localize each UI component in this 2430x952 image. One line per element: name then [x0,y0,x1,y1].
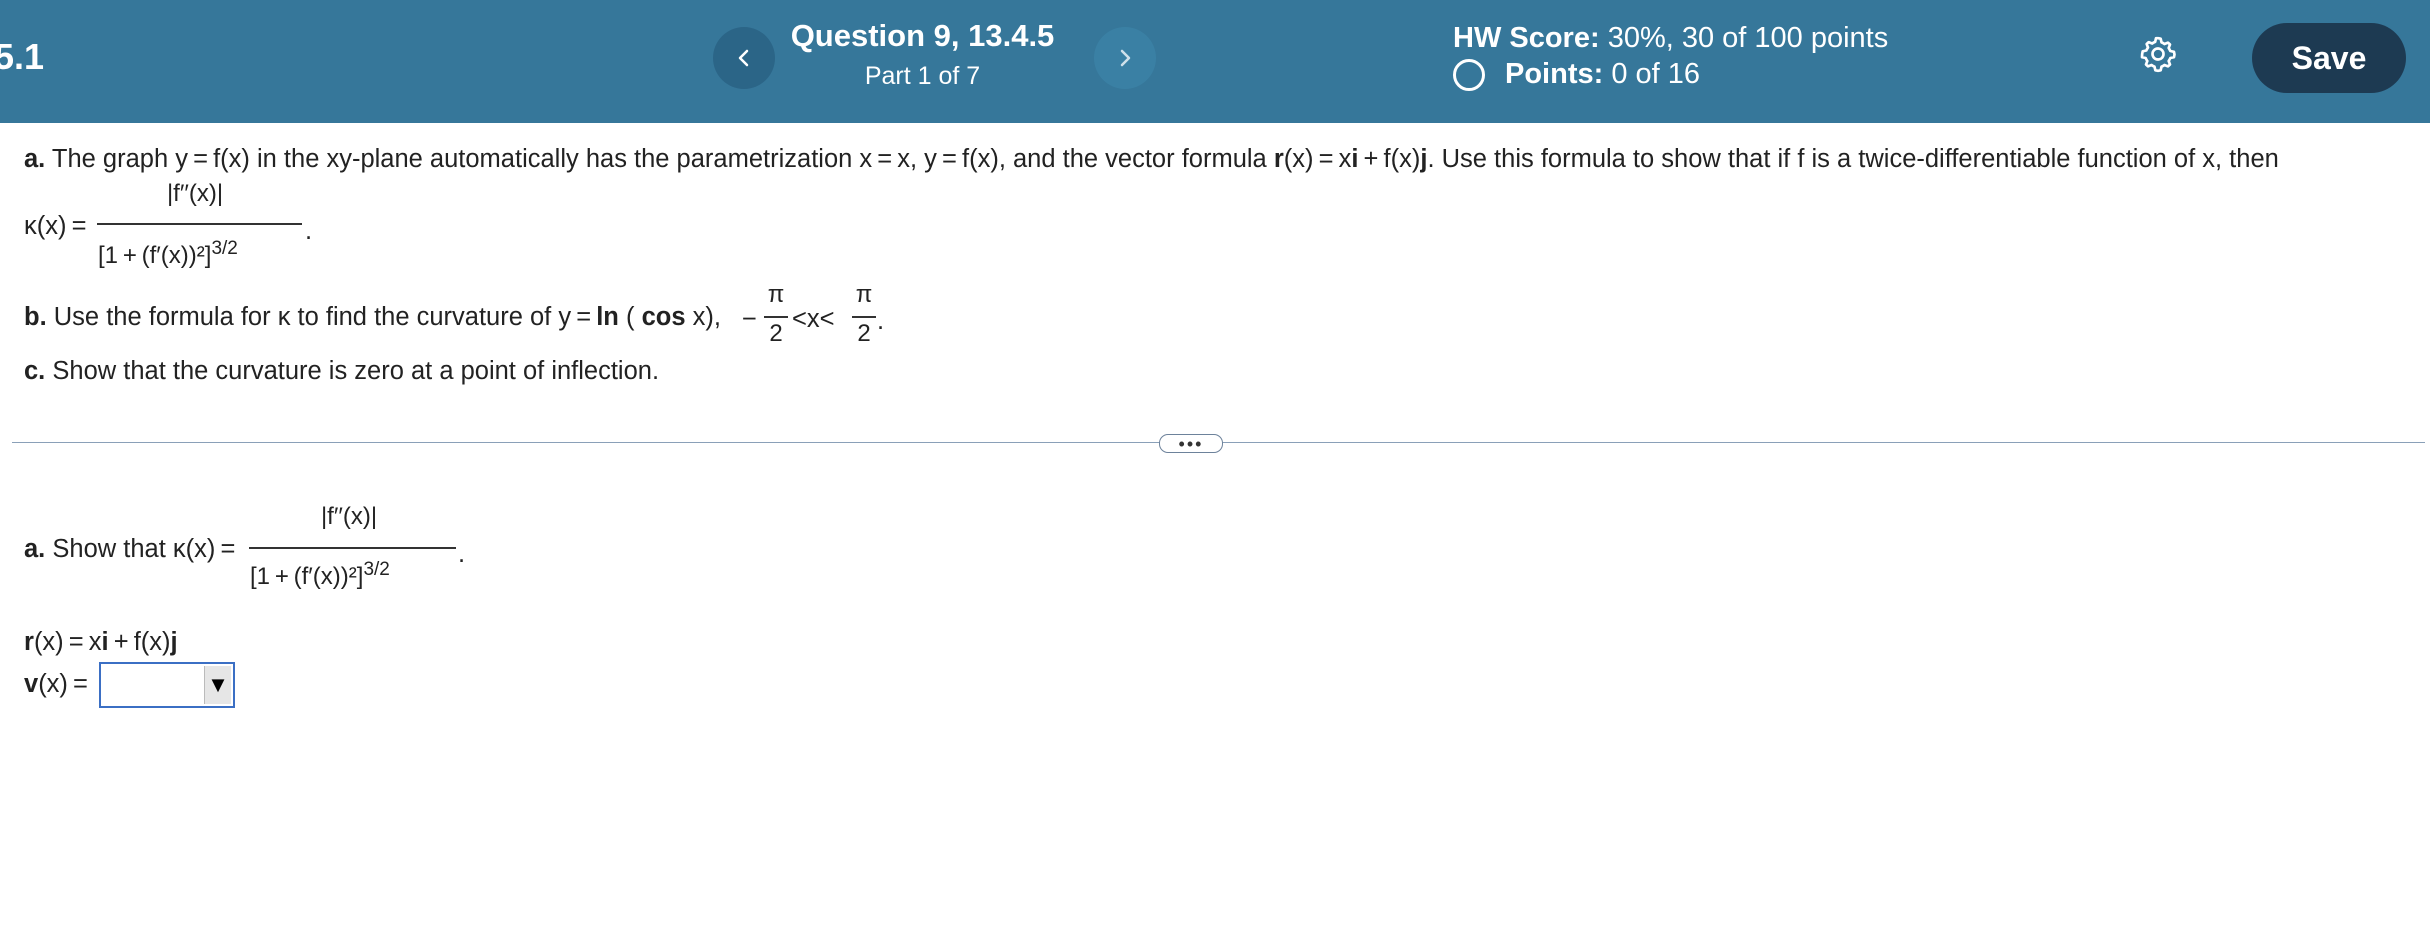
cos-function: cos [641,303,686,331]
ln-function: ln [596,303,619,331]
problem-a-text-4: . Use this formula to show that if f is … [1427,145,2279,173]
work-kappa-exponent: 3/2 [363,559,390,580]
hw-score-value: 30%, 30 of 100 points [1607,22,1889,54]
save-button[interactable]: Save [2252,23,2406,93]
gear-icon[interactable] [2138,34,2178,74]
work-kappa-numerator: |f′′(x)| [320,503,378,530]
inequality: <x< [792,305,835,333]
ellipsis-icon: ••• [1178,433,1204,454]
vector-j: j [170,628,178,656]
expand-toggle-button[interactable]: ••• [1159,434,1223,453]
two-denominator-left: 2 [769,320,783,347]
question-part: Part 1 of 7 [864,62,981,90]
fraction-bar [97,223,302,225]
vector-v: v [24,670,39,698]
fraction-bar [764,316,788,318]
r-text-2: + f(x) [108,628,171,656]
v-vector-line: v(x) = [24,670,88,699]
part-c-label: c. [24,357,46,385]
problem-c-statement: c. Show that the curvature is zero at a … [24,357,659,386]
work-kappa-denominator-base: [1 + (f′(x))²] [250,563,364,590]
work-a-statement: a. Show that κ(x) = [24,535,235,564]
vector-r: r [1273,145,1284,173]
kappa-denominator: [1 + (f′(x))²]3/2 [98,238,238,270]
kappa-numerator: |f′′(x)| [166,180,224,207]
work-part-a-label: a. [24,535,46,563]
kappa-period: . [305,217,313,245]
problem-b-text: Use the formula for κ to find the curvat… [53,303,597,331]
kappa-denominator-base: [1 + (f′(x))²] [98,242,212,269]
problem-a-statement: a. The graph y = f(x) in the xy-plane au… [24,145,2279,174]
fraction-bar [249,547,456,549]
vector-i: i [101,628,109,656]
kappa-exponent: 3/2 [211,238,238,259]
r-vector-line: r(x) = xi + f(x)j [24,628,178,657]
part-b-label: b. [24,303,47,331]
vector-r: r [24,628,34,656]
minus-sign: − [742,305,757,333]
two-denominator-right: 2 [857,320,871,347]
work-period: . [458,540,466,568]
r-text-1: (x) = x [33,628,102,656]
chevron-right-icon [1120,49,1131,67]
problem-b-statement: b. Use the formula for κ to find the cur… [24,303,721,332]
problem-b-text-2: x), [692,303,721,331]
header-bar: 5.1 Question 9, 13.4.5 Part 1 of 7 HW Sc… [0,0,2430,123]
problem-a-text-2: (x) = x [1283,145,1352,173]
dropdown-arrow-icon[interactable]: ▼ [204,666,231,704]
next-question-button[interactable] [1094,27,1156,89]
kappa-lhs: κ(x) = [24,212,87,240]
points: Points: 0 of 16 [1453,58,1700,91]
period: . [877,307,885,335]
section-number: 5.1 [0,36,45,77]
work-a-text: Show that κ(x) = [52,535,236,563]
problem-c-text: Show that the curvature is zero at a poi… [52,357,660,385]
open-paren: ( [625,303,635,331]
points-label: Points: [1505,58,1604,90]
pi-numerator-left: π [767,281,785,308]
status-circle-icon [1453,58,1485,91]
work-kappa-denominator: [1 + (f′(x))²]3/2 [250,559,390,591]
velocity-answer-dropdown[interactable]: ▼ [99,662,235,708]
points-value: 0 of 16 [1611,58,1701,90]
fraction-bar [852,316,876,318]
hw-score-label: HW Score: [1453,22,1600,54]
v-text: (x) = [38,670,88,698]
hw-score: HW Score: 30%, 30 of 100 points [1453,22,1888,55]
chevron-left-icon [738,49,749,67]
problem-a-text: The graph y = f(x) in the xy-plane autom… [51,145,1274,173]
question-title: Question 9, 13.4.5 [790,18,1055,53]
part-a-label: a. [24,145,46,173]
problem-a-text-3: + f(x) [1358,145,1421,173]
pi-numerator-right: π [855,281,873,308]
